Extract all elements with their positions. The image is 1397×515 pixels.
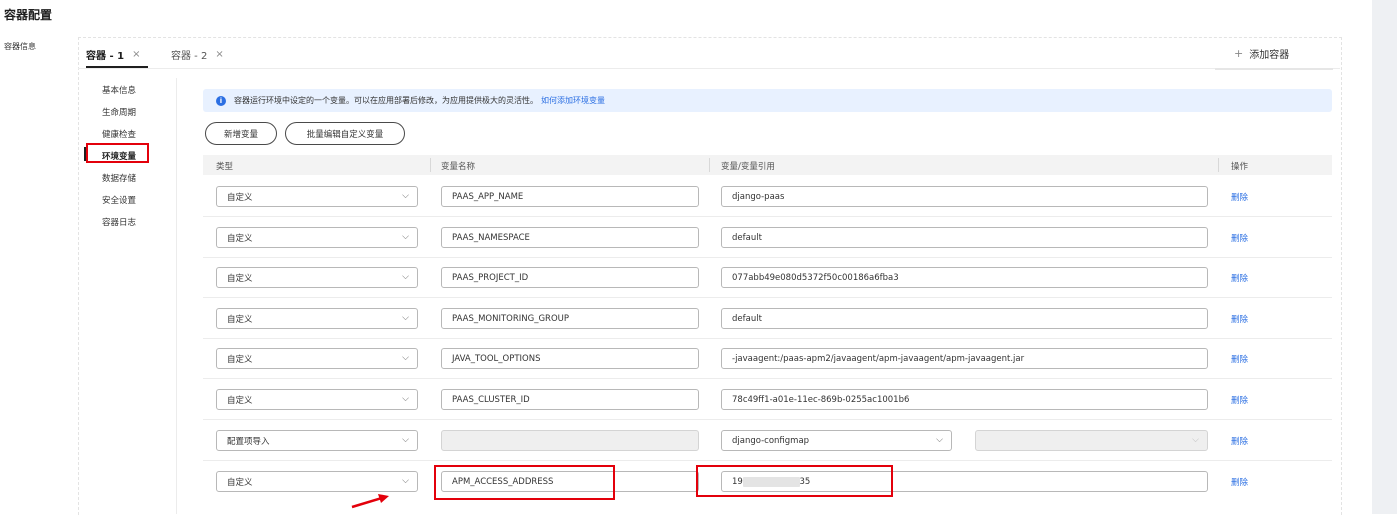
chevron-down-icon: ⌵ — [402, 476, 409, 486]
type-select[interactable]: 自定义 ⌵ — [216, 227, 418, 248]
configmap-select-value: django-configmap — [732, 435, 810, 446]
row-divider — [203, 216, 1332, 217]
variable-name-input[interactable]: JAVA_TOOL_OPTIONS — [441, 348, 699, 369]
type-select-value: 自定义 — [227, 192, 253, 203]
submenu-item-basic[interactable]: 基本信息 — [102, 84, 136, 96]
chevron-down-icon: ⌵ — [402, 394, 409, 404]
chevron-down-icon: ⌵ — [402, 272, 409, 282]
highlight-box-variable-name — [434, 465, 615, 500]
type-select[interactable]: 自定义 ⌵ — [216, 267, 418, 288]
variable-name-input-disabled — [441, 430, 699, 451]
delete-link[interactable]: 删除 — [1231, 353, 1248, 365]
delete-link[interactable]: 删除 — [1231, 191, 1248, 203]
delete-link[interactable]: 删除 — [1231, 232, 1248, 244]
submenu-item-security[interactable]: 安全设置 — [102, 194, 136, 206]
chevron-down-icon: ⌵ — [936, 435, 943, 445]
scrollbar-track[interactable] — [1372, 0, 1397, 514]
variable-value-input[interactable]: default — [721, 308, 1208, 329]
tab-container-2[interactable]: 容器 - 2 × — [171, 46, 224, 62]
row-divider — [203, 297, 1332, 298]
type-select[interactable]: 自定义 ⌵ — [216, 348, 418, 369]
add-container-label: 添加容器 — [1249, 50, 1290, 61]
type-select-value: 配置项导入 — [227, 436, 270, 447]
delete-link[interactable]: 删除 — [1231, 476, 1248, 488]
chevron-down-icon: ⌵ — [402, 435, 409, 445]
type-select-value: 自定义 — [227, 395, 253, 406]
tab-label: 容器 - 1 — [86, 50, 125, 62]
variable-name-input[interactable]: PAAS_NAMESPACE — [441, 227, 699, 248]
chevron-down-icon: ⌵ — [402, 191, 409, 201]
column-header-name: 变量名称 — [441, 162, 476, 172]
column-header-action: 操作 — [1231, 162, 1249, 172]
add-container-button[interactable]: + 添加容器 — [1234, 46, 1289, 61]
notice-text: 容器运行环境中设定的一个变量。可以在应用部署后修改，为应用提供极大的灵活性。 — [234, 96, 538, 105]
type-select[interactable]: 配置项导入 ⌵ — [216, 430, 418, 451]
variable-value-input[interactable]: django-paas — [721, 186, 1208, 207]
type-select-value: 自定义 — [227, 354, 253, 365]
close-icon[interactable]: × — [215, 49, 223, 60]
tabs-divider — [78, 68, 1340, 69]
tab-label: 容器 - 2 — [171, 50, 208, 62]
configmap-select[interactable]: django-configmap ⌵ — [721, 430, 952, 451]
page-title: 容器配置 — [4, 8, 53, 22]
add-container-underline — [1215, 68, 1333, 70]
delete-link[interactable]: 删除 — [1231, 435, 1248, 447]
type-select[interactable]: 自定义 ⌵ — [216, 471, 418, 492]
type-select[interactable]: 自定义 ⌵ — [216, 308, 418, 329]
tab-container-1[interactable]: 容器 - 1 × — [86, 46, 140, 62]
variable-name-input[interactable]: PAAS_MONITORING_GROUP — [441, 308, 699, 329]
variable-name-input[interactable]: PAAS_PROJECT_ID — [441, 267, 699, 288]
delete-link[interactable]: 删除 — [1231, 272, 1248, 284]
delete-link[interactable]: 删除 — [1231, 394, 1248, 406]
type-select-value: 自定义 — [227, 314, 253, 325]
column-header-value: 变量/变量引用 — [721, 162, 775, 172]
submenu-item-lifecycle[interactable]: 生命周期 — [102, 106, 136, 118]
highlight-box-env-vars — [86, 143, 149, 163]
column-separator — [709, 158, 710, 172]
submenu-divider — [176, 78, 177, 514]
variable-value-input[interactable]: 78c49ff1-a01e-11ec-869b-0255ac1001b6 — [721, 389, 1208, 410]
container-info-label: 容器信息 — [4, 42, 36, 51]
info-icon: i — [216, 95, 226, 106]
column-separator — [430, 158, 431, 172]
highlight-box-variable-value — [696, 465, 893, 497]
plus-icon: + — [1234, 47, 1244, 60]
delete-link[interactable]: 删除 — [1231, 313, 1248, 325]
batch-edit-button[interactable]: 批量编辑自定义变量 — [285, 122, 405, 145]
type-select[interactable]: 自定义 ⌵ — [216, 389, 418, 410]
variable-name-input[interactable]: PAAS_APP_NAME — [441, 186, 699, 207]
submenu-item-logs[interactable]: 容器日志 — [102, 216, 136, 228]
chevron-down-icon: ⌵ — [1192, 435, 1199, 445]
chevron-down-icon: ⌵ — [402, 232, 409, 242]
type-select-value: 自定义 — [227, 477, 253, 488]
close-icon[interactable]: × — [132, 49, 140, 60]
variable-value-input[interactable]: default — [721, 227, 1208, 248]
chevron-down-icon: ⌵ — [402, 313, 409, 323]
help-link[interactable]: 如何添加环境变量 — [541, 95, 605, 106]
chevron-down-icon: ⌵ — [402, 353, 409, 363]
row-divider — [203, 338, 1332, 339]
configmap-key-select: ⌵ — [975, 430, 1208, 451]
info-notice: i 容器运行环境中设定的一个变量。可以在应用部署后修改，为应用提供极大的灵活性。… — [203, 89, 1332, 112]
row-divider — [203, 257, 1332, 258]
column-separator — [1218, 158, 1219, 172]
row-divider — [203, 419, 1332, 420]
type-select[interactable]: 自定义 ⌵ — [216, 186, 418, 207]
submenu-item-health-check[interactable]: 健康检查 — [102, 128, 136, 140]
variable-value-input[interactable]: 077abb49e080d5372f50c00186a6fba3 — [721, 267, 1208, 288]
row-divider — [203, 460, 1332, 461]
variable-name-input[interactable]: PAAS_CLUSTER_ID — [441, 389, 699, 410]
type-select-value: 自定义 — [227, 273, 253, 284]
column-header-type: 类型 — [216, 162, 234, 172]
submenu-item-storage[interactable]: 数据存储 — [102, 172, 136, 184]
variable-value-input[interactable]: -javaagent:/paas-apm2/javaagent/apm-java… — [721, 348, 1208, 369]
red-arrow-icon — [351, 494, 389, 509]
add-variable-button[interactable]: 新增变量 — [205, 122, 277, 145]
row-divider — [203, 378, 1332, 379]
type-select-value: 自定义 — [227, 233, 253, 244]
